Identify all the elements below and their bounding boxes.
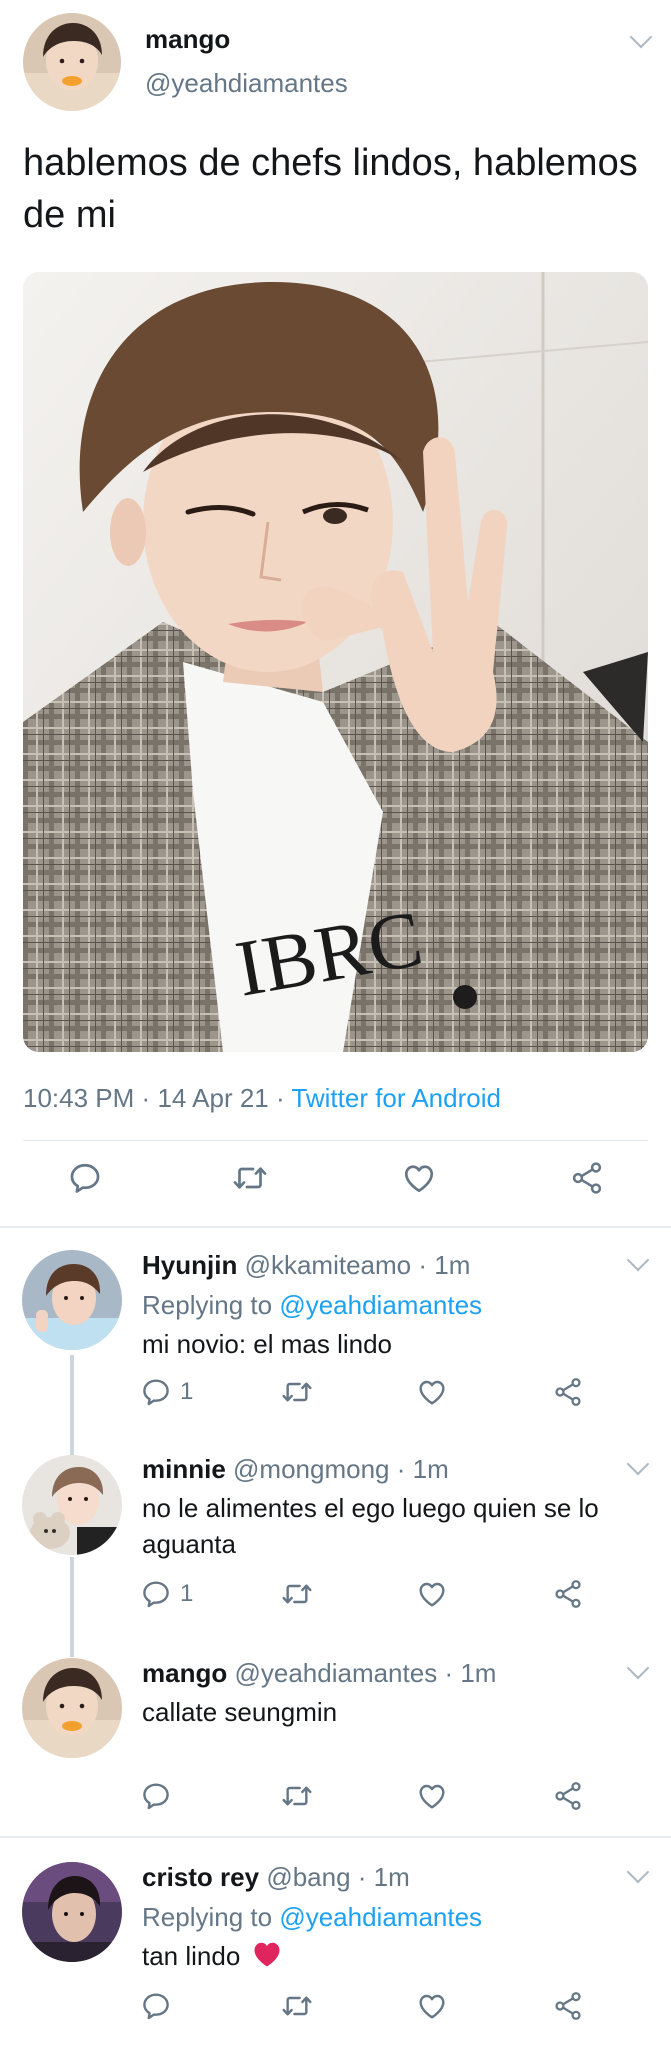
- divider: [23, 1140, 648, 1141]
- reply-header: minnie @mongmong · 1m: [142, 1454, 449, 1485]
- author-avatar[interactable]: [23, 13, 121, 111]
- reply-button[interactable]: [140, 1990, 172, 2022]
- reply-icon: [67, 1160, 103, 1196]
- reply-tweet[interactable]: Hyunjin @kkamiteamo · 1m Replying to @ye…: [0, 1230, 671, 1430]
- tweet-text: hablemos de chefs lindos, hablemos de mi: [23, 142, 638, 236]
- reply-count: 1: [180, 1580, 194, 1607]
- share-icon: [569, 1160, 605, 1196]
- replying-to: Replying to @yeahdiamantes: [142, 1902, 482, 1933]
- reply-time: · 1m: [357, 1862, 410, 1892]
- like-button[interactable]: [401, 1160, 437, 1196]
- reply-author-handle[interactable]: @kkamiteamo: [245, 1250, 412, 1280]
- reply-button[interactable]: 1: [140, 1376, 193, 1408]
- like-button[interactable]: [416, 1376, 448, 1408]
- reply-time: · 1m: [418, 1250, 471, 1280]
- replying-to: Replying to @yeahdiamantes: [142, 1290, 482, 1321]
- red-heart-emoji-icon: [254, 1942, 280, 1967]
- reply-text: tan lindo: [142, 1938, 642, 1974]
- retweet-icon: [281, 1578, 313, 1610]
- retweet-button[interactable]: [281, 1780, 313, 1812]
- reply-author-name[interactable]: Hyunjin: [142, 1250, 237, 1280]
- meta-separator: ·: [141, 1083, 151, 1113]
- heart-icon: [416, 1376, 448, 1408]
- reply-author-handle[interactable]: @yeahdiamantes: [234, 1658, 437, 1688]
- retweet-icon: [281, 1376, 313, 1408]
- reply-author-name[interactable]: minnie: [142, 1454, 226, 1484]
- chevron-down-icon[interactable]: [626, 1656, 650, 1680]
- like-button[interactable]: [416, 1578, 448, 1610]
- main-tweet: mango @yeahdiamantes hablemos de chefs l…: [0, 0, 671, 1226]
- like-button[interactable]: [416, 1990, 448, 2022]
- reply-author-name[interactable]: cristo rey: [142, 1862, 259, 1892]
- tweet-date: 14 Apr 21: [157, 1083, 269, 1113]
- reply-header: cristo rey @bang · 1m: [142, 1862, 410, 1893]
- divider: [0, 1226, 671, 1228]
- reply-author-name[interactable]: mango: [142, 1658, 227, 1688]
- reply-icon: [140, 1990, 172, 2022]
- reply-text: no le alimentes el ego luego quien se lo…: [142, 1493, 599, 1559]
- reply-text: callate seungmin: [142, 1697, 338, 1727]
- heart-icon: [416, 1578, 448, 1610]
- replying-to-link[interactable]: @yeahdiamantes: [279, 1902, 482, 1932]
- reply-icon: [140, 1780, 172, 1812]
- reply-tweet[interactable]: minnie @mongmong · 1m no le alimentes el…: [0, 1430, 671, 1632]
- retweet-button[interactable]: [281, 1990, 313, 2022]
- reply-text-content: tan lindo: [142, 1941, 241, 1971]
- author-handle[interactable]: @yeahdiamantes: [145, 68, 348, 99]
- retweet-button[interactable]: [232, 1160, 268, 1196]
- share-icon: [552, 1376, 584, 1408]
- heart-icon: [416, 1780, 448, 1812]
- meta-separator: ·: [275, 1083, 285, 1113]
- reply-text: mi novio: el mas lindo: [142, 1329, 392, 1359]
- chevron-down-icon[interactable]: [626, 1860, 650, 1884]
- tweet-time: 10:43 PM: [23, 1083, 135, 1113]
- share-button[interactable]: [569, 1160, 605, 1196]
- share-button[interactable]: [552, 1990, 584, 2022]
- like-button[interactable]: [416, 1780, 448, 1812]
- tweet-photo[interactable]: IBRC: [23, 272, 648, 1052]
- replying-to-label: Replying to: [142, 1902, 273, 1932]
- reply-button[interactable]: [140, 1780, 172, 1812]
- reply-avatar[interactable]: [22, 1455, 122, 1555]
- retweet-icon: [281, 1990, 313, 2022]
- share-button[interactable]: [552, 1376, 584, 1408]
- reply-tweet[interactable]: cristo rey @bang · 1m Replying to @yeahd…: [0, 1838, 671, 2048]
- heart-icon: [401, 1160, 437, 1196]
- reply-tweet[interactable]: mango @yeahdiamantes · 1m callate seungm…: [0, 1632, 671, 1834]
- retweet-button[interactable]: [281, 1376, 313, 1408]
- reply-avatar[interactable]: [22, 1658, 122, 1758]
- share-icon: [552, 1780, 584, 1812]
- reply-button[interactable]: [67, 1160, 103, 1196]
- reply-author-handle[interactable]: @bang: [266, 1862, 350, 1892]
- reply-author-handle[interactable]: @mongmong: [233, 1454, 389, 1484]
- share-icon: [552, 1578, 584, 1610]
- replying-to-link[interactable]: @yeahdiamantes: [279, 1290, 482, 1320]
- share-icon: [552, 1990, 584, 2022]
- reply-icon: [140, 1578, 172, 1610]
- share-button[interactable]: [552, 1578, 584, 1610]
- share-button[interactable]: [552, 1780, 584, 1812]
- chevron-down-icon[interactable]: [626, 1452, 650, 1476]
- reply-count: 1: [180, 1378, 194, 1405]
- reply-button[interactable]: 1: [140, 1578, 193, 1610]
- reply-header: mango @yeahdiamantes · 1m: [142, 1658, 496, 1689]
- reply-time: · 1m: [444, 1658, 497, 1688]
- reply-icon: [140, 1376, 172, 1408]
- author-name[interactable]: mango: [145, 24, 230, 55]
- tweet-meta: 10:43 PM · 14 Apr 21 · Twitter for Andro…: [23, 1083, 501, 1114]
- reply-header: Hyunjin @kkamiteamo · 1m: [142, 1250, 470, 1281]
- retweet-icon: [232, 1160, 268, 1196]
- chevron-down-icon[interactable]: [626, 1248, 650, 1272]
- heart-icon: [416, 1990, 448, 2022]
- retweet-icon: [281, 1780, 313, 1812]
- reply-time: · 1m: [396, 1454, 449, 1484]
- replying-to-label: Replying to: [142, 1290, 273, 1320]
- retweet-button[interactable]: [281, 1578, 313, 1610]
- chevron-down-icon[interactable]: [629, 25, 653, 49]
- reply-avatar[interactable]: [22, 1862, 122, 1962]
- tweet-source-link[interactable]: Twitter for Android: [291, 1083, 501, 1113]
- reply-avatar[interactable]: [22, 1250, 122, 1350]
